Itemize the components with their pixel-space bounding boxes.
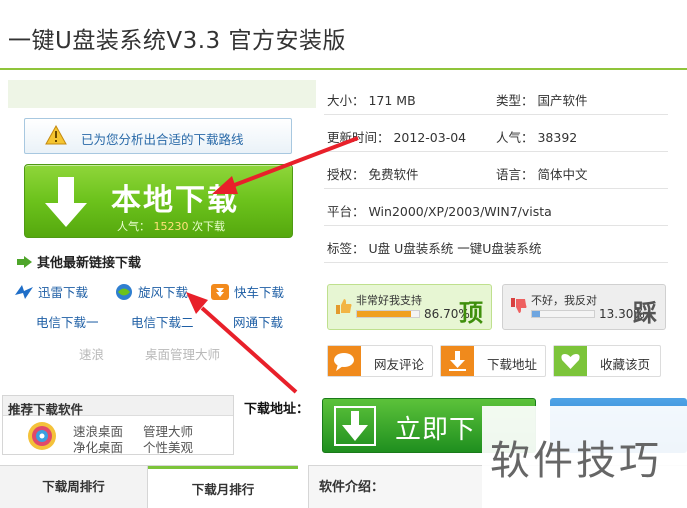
warning-icon (45, 125, 67, 145)
local-download-button[interactable]: 本地下载 人气： 15230 次下载 (24, 164, 293, 238)
info-platform: 平台： Win2000/XP/2003/WIN7/vista (327, 204, 552, 219)
title-bar: 一键U盘装系统V3.3 官方安装版 (0, 0, 687, 70)
link-flashget[interactable]: 快车下载 (210, 282, 284, 301)
info-row-tags: 标签： U盘 U盘装系统 一键U盘装系统 (324, 226, 668, 263)
link-telecom-2[interactable]: 电信下载二 (131, 312, 194, 331)
vote-down-bar (531, 310, 595, 318)
download-panel: 已为您分析出合适的下载路线 本地下载 人气： 15230 次下载 其他最新链接下… (0, 78, 316, 368)
download-now-label: 立即下 (395, 415, 477, 445)
local-download-label: 本地下载 (111, 183, 239, 218)
page-title: 一键U盘装系统V3.3 官方安装版 (8, 28, 346, 54)
link-netcom[interactable]: 网通下载 (233, 312, 283, 331)
comments-button[interactable]: 网友评论 (327, 345, 433, 377)
download-icon (441, 346, 474, 376)
thunder-bird-icon (15, 285, 33, 299)
vote-up-fill (357, 311, 411, 317)
download-count: 15230 (153, 220, 189, 233)
download-address-label: 下载地址 (487, 357, 538, 372)
whirlwind-icon (116, 284, 132, 300)
green-arrow-icon (17, 256, 32, 268)
download-popularity: 人气： 15230 次下载 (117, 220, 225, 233)
info-row-platform: 平台： Win2000/XP/2003/WIN7/vista (324, 189, 668, 226)
download-arrow-icon (334, 406, 376, 446)
info-updated: 更新时间： 2012-03-04 (327, 130, 467, 145)
watermark-text: 软件技巧 (490, 438, 662, 484)
info-language: 语言： 简体中文 (496, 167, 588, 182)
link-desktop-master[interactable]: 桌面管理大师 (145, 344, 220, 363)
ranking-tabs: 下载周排行 下载月排行 (0, 465, 298, 508)
info-license: 授权： 免费软件 (327, 167, 419, 182)
info-row-license-lang: 授权： 免费软件 语言： 简体中文 (324, 152, 668, 189)
vote-up-label: 非常好我支持 (356, 294, 422, 307)
recommended-title: 推荐下载软件 (3, 396, 233, 417)
heart-icon (554, 346, 587, 376)
software-info: 大小： 171 MB 类型： 国产软件 更新时间： 2012-03-04 人气：… (316, 78, 668, 268)
comments-label: 网友评论 (374, 357, 425, 372)
page: 一键U盘装系统V3.3 官方安装版 已为您分析出合适的下载路线 本地下载 人气：… (0, 0, 687, 508)
tab-weekly-ranking[interactable]: 下载周排行 (0, 466, 148, 508)
link-sulang[interactable]: 速浪 (79, 344, 104, 363)
link-telecom-1[interactable]: 电信下载一 (36, 312, 99, 331)
thumbs-up-icon (336, 299, 352, 314)
thumbs-down-icon (511, 298, 527, 313)
bookmark-label: 收藏该页 (600, 357, 651, 372)
bookmark-button[interactable]: 收藏该页 (553, 345, 661, 377)
other-links-title: 其他最新链接下载 (16, 252, 141, 271)
download-address-heading: 下载地址： (244, 402, 310, 417)
sulang-logo-icon[interactable] (25, 420, 59, 452)
info-size: 大小： 171 MB (327, 93, 416, 108)
download-arrow-icon (45, 177, 87, 227)
tab-monthly-ranking[interactable]: 下载月排行 (148, 466, 298, 508)
recommended-software: 推荐下载软件 速浪桌面 管理大师 净化桌面 个性美观 (2, 395, 234, 455)
panel-header-strip (8, 80, 316, 108)
vote-down-button[interactable]: 不好，我反对 13.30% 踩 (502, 284, 666, 330)
vote-down-glyph: 踩 (633, 299, 657, 327)
vote-up-bar (356, 310, 420, 318)
info-tags: 标签： U盘 U盘装系统 一键U盘装系统 (327, 241, 542, 256)
vote-up-glyph: 顶 (459, 299, 483, 327)
vote-down-label: 不好，我反对 (531, 294, 597, 307)
vote-up-button[interactable]: 非常好我支持 86.70% 顶 (327, 284, 492, 330)
route-notice: 已为您分析出合适的下载路线 (24, 118, 292, 154)
info-row-date-pop: 更新时间： 2012-03-04 人气： 38392 (324, 115, 668, 152)
info-popularity: 人气： 38392 (496, 130, 578, 145)
comment-bubble-icon (328, 346, 361, 376)
watermark: 软件技巧 (482, 406, 687, 508)
flashget-icon (211, 284, 229, 300)
software-intro-label: 软件介绍： (319, 480, 385, 495)
rec-item-clean-desktop[interactable]: 净化桌面 (73, 437, 123, 456)
link-xunlei[interactable]: 迅雷下载 (14, 282, 88, 301)
info-row-size-type: 大小： 171 MB 类型： 国产软件 (324, 78, 668, 115)
rec-item-personalize[interactable]: 个性美观 (143, 437, 193, 456)
link-xuanfeng[interactable]: 旋风下载 (114, 282, 188, 301)
info-type: 类型： 国产软件 (496, 93, 588, 108)
route-notice-text: 已为您分析出合适的下载路线 (81, 132, 244, 147)
download-address-button[interactable]: 下载地址 (440, 345, 546, 377)
vote-down-fill (532, 311, 541, 317)
